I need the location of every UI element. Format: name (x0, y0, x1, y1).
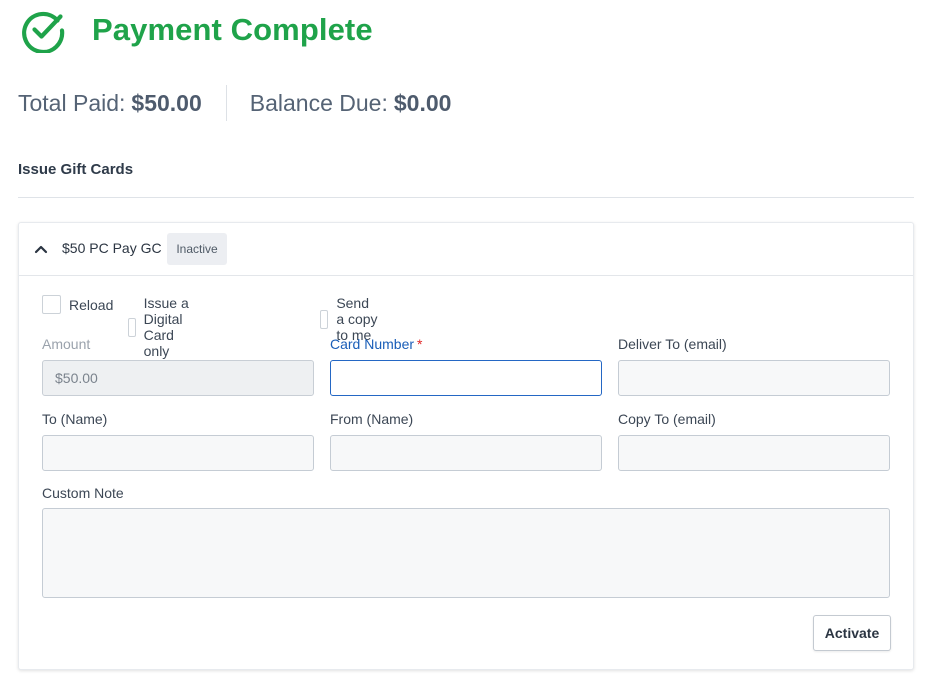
page-header: Payment Complete (20, 7, 373, 53)
chevron-up-icon[interactable] (33, 241, 49, 257)
balance-due-label: Balance Due: (249, 89, 388, 116)
balance-due-amount: $0.00 (393, 89, 452, 116)
page-title: Payment Complete (92, 12, 373, 47)
card-number-input[interactable] (330, 360, 602, 396)
custom-note-label: Custom Note (42, 485, 124, 501)
digital-card-checkbox-box[interactable] (128, 317, 136, 337)
required-marker: * (417, 336, 423, 352)
total-paid-amount: $50.00 (131, 89, 202, 116)
total-paid-label: Total Paid: (18, 89, 126, 116)
deliver-to-label: Deliver To (email) (618, 336, 727, 352)
check-circle-icon (22, 11, 65, 53)
activate-button[interactable]: Activate (813, 615, 891, 651)
status-badge: Inactive (167, 233, 227, 265)
send-copy-checkbox-box[interactable] (320, 309, 329, 329)
from-name-input[interactable] (330, 435, 602, 471)
reload-checkbox[interactable]: Reload (42, 295, 113, 314)
to-name-input[interactable] (42, 435, 314, 471)
amount-label: Amount (42, 336, 91, 352)
digital-card-label: Issue a Digital Card only (143, 295, 189, 359)
section-divider (18, 197, 914, 198)
amount-value: $50.00 (55, 370, 98, 386)
gift-card-panel: $50 PC Pay GC Inactive Reload Issue a Di… (18, 222, 914, 670)
to-name-label: To (Name) (42, 411, 108, 427)
totals-divider (225, 85, 227, 121)
gift-card-name: $50 PC Pay GC (62, 240, 162, 256)
from-name-label: From (Name) (330, 411, 414, 427)
deliver-to-email-input[interactable] (618, 360, 890, 396)
reload-checkbox-box[interactable] (42, 295, 61, 314)
copy-to-label: Copy To (email) (618, 411, 716, 427)
reload-label: Reload (69, 296, 114, 313)
digital-card-checkbox[interactable]: Issue a Digital Card only (128, 295, 194, 359)
card-number-label: Card Number (330, 336, 415, 352)
gift-card-header[interactable]: $50 PC Pay GC Inactive (19, 223, 913, 276)
copy-to-email-input[interactable] (618, 435, 890, 471)
card-number-label-wrap: Card Number * (330, 336, 422, 352)
amount-field: $50.00 (42, 360, 314, 396)
section-title: Issue Gift Cards (18, 161, 134, 178)
payment-totals: Total Paid: $50.00 Balance Due: $0.00 (18, 84, 451, 122)
custom-note-textarea[interactable] (42, 508, 890, 598)
